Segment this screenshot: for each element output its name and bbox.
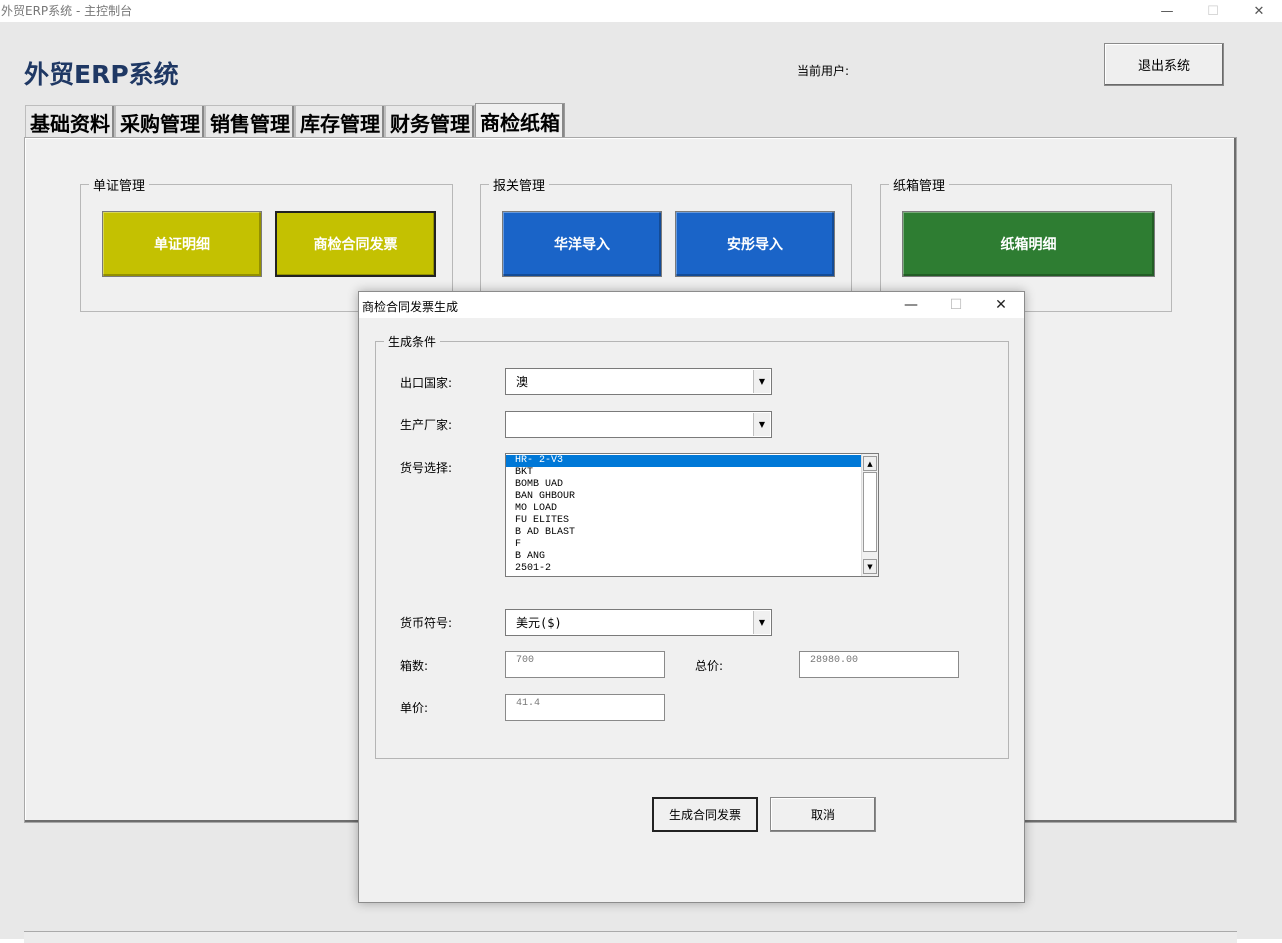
- window-title: 外贸ERP系统 - 主控制台: [1, 4, 133, 18]
- item-no-label: 货号选择:: [400, 461, 453, 475]
- group-carton-title: 纸箱管理: [893, 179, 946, 194]
- conditions-group-title: 生成条件: [388, 335, 437, 349]
- maximize-icon[interactable]: ☐: [1190, 0, 1236, 22]
- scroll-down-icon[interactable]: ▼: [863, 559, 877, 574]
- dialog-titlebar: 商检合同发票生成 — ☐ ✕: [359, 292, 1024, 318]
- generate-invoice-button[interactable]: 生成合同发票: [652, 797, 758, 832]
- dialog-minimize-icon[interactable]: —: [888, 292, 934, 318]
- item-no-listbox[interactable]: HR- 2-V3 BKT BOMB UAD BAN GHBOUR MO LOAD…: [505, 453, 879, 577]
- list-scrollbar[interactable]: ▲ ▼: [861, 454, 878, 576]
- list-item[interactable]: HR- 2-V3: [506, 455, 861, 467]
- antong-import-button[interactable]: 安彤导入: [675, 211, 835, 277]
- chevron-down-icon[interactable]: ▼: [753, 370, 770, 393]
- close-icon[interactable]: ✕: [1236, 0, 1282, 22]
- main-tabs: 基础资料 采购管理 销售管理 库存管理 财务管理 商检纸箱: [25, 103, 565, 138]
- manufacturer-select[interactable]: ▼: [505, 411, 772, 438]
- window-titlebar: 外贸ERP系统 - 主控制台 — ☐ ✕: [0, 0, 1282, 22]
- carton-detail-button[interactable]: 纸箱明细: [902, 211, 1155, 277]
- inspection-invoice-button[interactable]: 商检合同发票: [275, 211, 436, 277]
- tab-finance[interactable]: 财务管理: [385, 105, 475, 138]
- tab-purchase[interactable]: 采购管理: [115, 105, 205, 138]
- list-item[interactable]: BAN GHBOUR: [506, 491, 861, 503]
- currency-value: 美元($): [516, 616, 562, 630]
- unit-price-label: 单价:: [400, 701, 429, 715]
- currency-label: 货币符号:: [400, 616, 453, 630]
- list-item[interactable]: 2501-2: [506, 563, 861, 575]
- invoice-dialog: 商检合同发票生成 — ☐ ✕ 生成条件 出口国家: 澳 ▼ 生产厂家: ▼ 货号…: [358, 291, 1025, 903]
- list-item[interactable]: BKT: [506, 467, 861, 479]
- group-customs-title: 报关管理: [493, 179, 546, 194]
- list-item[interactable]: MO LOAD: [506, 503, 861, 515]
- tab-inspection-carton[interactable]: 商检纸箱: [475, 103, 565, 138]
- minimize-icon[interactable]: —: [1144, 0, 1190, 22]
- dialog-maximize-icon[interactable]: ☐: [933, 292, 979, 318]
- boxes-field[interactable]: 700: [505, 651, 665, 678]
- total-price-field[interactable]: 28980.00: [799, 651, 959, 678]
- list-item[interactable]: F: [506, 539, 861, 551]
- group-docs-title: 单证管理: [93, 179, 146, 194]
- status-bar: [24, 931, 1237, 943]
- list-item[interactable]: BOMB UAD: [506, 479, 861, 491]
- export-country-value: 澳: [516, 375, 529, 389]
- dialog-title: 商检合同发票生成: [362, 300, 459, 314]
- current-user-label: 当前用户:: [797, 64, 850, 78]
- exit-system-button[interactable]: 退出系统: [1104, 43, 1224, 86]
- scroll-thumb[interactable]: [863, 472, 877, 552]
- boxes-label: 箱数:: [400, 659, 429, 673]
- scroll-up-icon[interactable]: ▲: [863, 456, 877, 471]
- cancel-button[interactable]: 取消: [770, 797, 876, 832]
- list-item[interactable]: FU ELITES: [506, 515, 861, 527]
- currency-select[interactable]: 美元($) ▼: [505, 609, 772, 636]
- chevron-down-icon[interactable]: ▼: [753, 413, 770, 436]
- tab-sales[interactable]: 销售管理: [205, 105, 295, 138]
- manufacturer-label: 生产厂家:: [400, 418, 453, 432]
- huayang-import-button[interactable]: 华洋导入: [502, 211, 662, 277]
- tab-inventory[interactable]: 库存管理: [295, 105, 385, 138]
- dialog-close-icon[interactable]: ✕: [978, 292, 1024, 318]
- tab-basic-data[interactable]: 基础资料: [25, 105, 115, 138]
- doc-detail-button[interactable]: 单证明细: [102, 211, 262, 277]
- app-title: 外贸ERP系统: [24, 60, 179, 89]
- item-list: HR- 2-V3 BKT BOMB UAD BAN GHBOUR MO LOAD…: [506, 455, 861, 575]
- export-country-label: 出口国家:: [400, 376, 453, 390]
- unit-price-field[interactable]: 41.4: [505, 694, 665, 721]
- list-item[interactable]: B AD BLAST: [506, 527, 861, 539]
- list-item[interactable]: B ANG: [506, 551, 861, 563]
- chevron-down-icon[interactable]: ▼: [753, 611, 770, 634]
- export-country-select[interactable]: 澳 ▼: [505, 368, 772, 395]
- total-price-label: 总价:: [695, 659, 724, 673]
